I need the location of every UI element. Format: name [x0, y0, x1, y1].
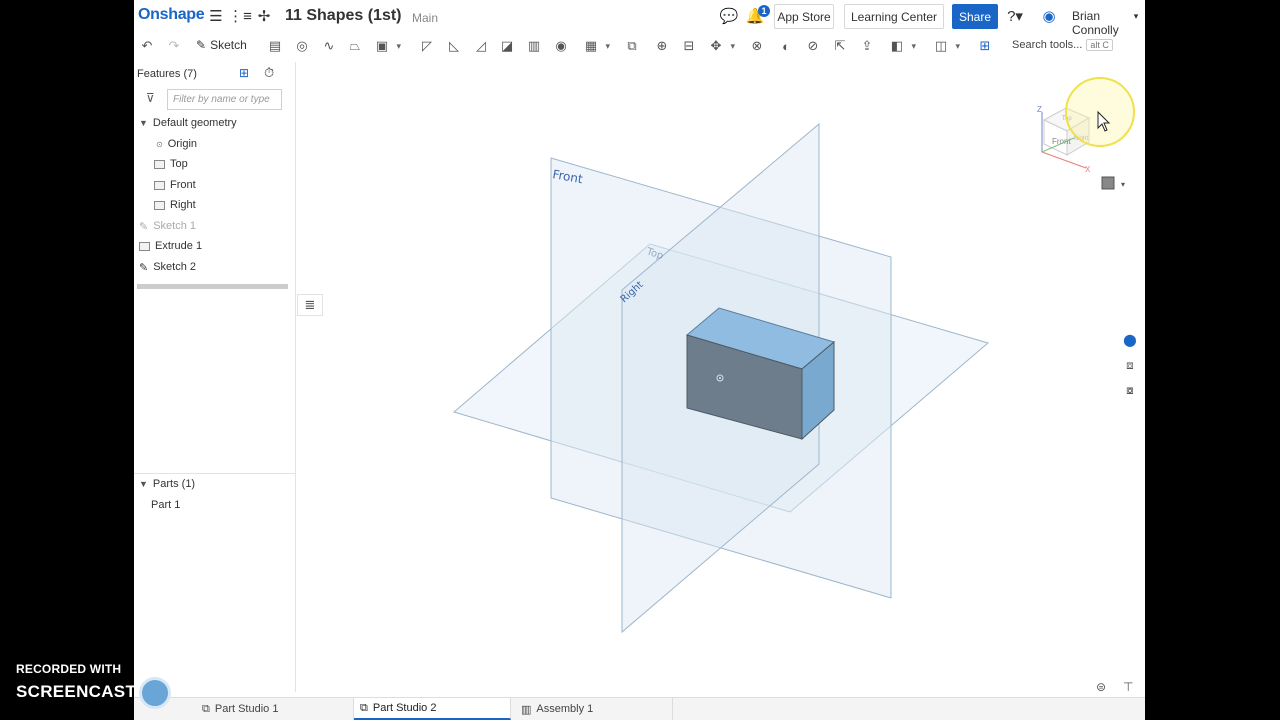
extrude-icon[interactable]: ▤: [266, 37, 284, 55]
pencil-icon: ✎: [196, 38, 207, 52]
mirror-icon[interactable]: ⧉: [623, 37, 641, 55]
document-title[interactable]: 11 Shapes (1st): [285, 7, 402, 25]
sweep-icon[interactable]: ∿: [320, 37, 338, 55]
tab-assembly-1[interactable]: ▥ Assembly 1: [515, 698, 673, 720]
add-folder-icon[interactable]: ⊞: [239, 66, 249, 80]
view-cube-menu-icon: [1101, 176, 1115, 190]
tree-item-sketch-1[interactable]: ✎ Sketch 1: [139, 217, 196, 235]
appearance-icon[interactable]: ⬤: [1120, 330, 1140, 350]
assembly-icon: ▥: [521, 703, 532, 716]
learning-center-button[interactable]: Learning Center: [844, 4, 944, 29]
draft-icon[interactable]: ◿: [472, 37, 490, 55]
part-studio-icon: ⧉: [360, 701, 368, 714]
feature-filter-input[interactable]: Filter by name or type: [167, 89, 282, 110]
plane-icon[interactable]: ◧: [888, 37, 916, 55]
right-toolbar: ⬤ ⧈ ⧇: [1120, 330, 1145, 405]
undo-icon[interactable]: ↶: [138, 37, 156, 55]
comment-icon[interactable]: 💬: [720, 8, 739, 25]
chamfer-icon[interactable]: ◺: [445, 37, 463, 55]
panel-divider[interactable]: [134, 473, 296, 474]
replace-face-icon[interactable]: ⇪: [858, 37, 876, 55]
measure-icon[interactable]: ⊜: [1096, 680, 1106, 694]
move-face-icon[interactable]: ⇱: [831, 37, 849, 55]
svg-text:Z: Z: [1037, 105, 1042, 114]
onshape-logo[interactable]: Onshape: [138, 6, 205, 24]
default-geometry-group[interactable]: ▼ Default geometry: [139, 114, 237, 132]
boolean-icon[interactable]: ⊕: [653, 37, 671, 55]
chevron-down-icon[interactable]: ▼: [139, 118, 148, 128]
origin-icon: ⊙: [156, 139, 163, 149]
delete-face-icon[interactable]: ⊘: [804, 37, 822, 55]
branch-name[interactable]: Main: [412, 11, 438, 25]
fillet-icon[interactable]: ◸: [418, 37, 436, 55]
recorder-watermark-left: SCREENCAST: [16, 682, 137, 701]
split-icon[interactable]: ⊟: [680, 37, 698, 55]
cursor-highlight: [1065, 77, 1135, 147]
loft-icon[interactable]: ⏢: [346, 37, 364, 55]
tab-part-studio-2[interactable]: ⧉ Part Studio 2: [354, 698, 511, 720]
part-studio-icon: ⧉: [202, 702, 210, 715]
chevron-down-icon[interactable]: ▼: [139, 479, 148, 489]
feature-list-panel: Features (7) ⊞ ⏱ ⊽ Filter by name or typ…: [134, 62, 296, 692]
recorder-logo-icon: [139, 677, 171, 709]
feature-list-scrollbar[interactable]: [137, 284, 288, 289]
svg-text:Front: Front: [1052, 137, 1071, 146]
extrude-icon: [139, 241, 150, 251]
plane-icon: [154, 159, 165, 169]
plane-icon: [154, 200, 165, 210]
thicken-icon[interactable]: ▣: [373, 37, 401, 55]
recorder-watermark-top: RECORDED WITH: [16, 662, 122, 676]
notification-badge: 1: [758, 5, 770, 17]
help-icon[interactable]: ?▾: [1006, 8, 1024, 25]
pencil-icon: ✎: [139, 261, 149, 274]
collapse-panel-icon[interactable]: ≣: [297, 294, 323, 316]
sketch-button[interactable]: ✎ Sketch: [196, 38, 247, 52]
pencil-icon: ✎: [139, 220, 149, 233]
onshape-app: Front Top Right Front Top Right Z X ▾ On…: [134, 0, 1145, 720]
top-bar: Onshape ☰ ⋮≡ ✢ 11 Shapes (1st) Main 💬 🔔 …: [134, 0, 1145, 37]
recorder-watermark-right: MATIC: [176, 682, 229, 701]
tree-item-top[interactable]: Top: [154, 155, 188, 173]
tree-item-origin[interactable]: ⊙ Origin: [156, 135, 197, 153]
rollback-timer-icon[interactable]: ⏱: [264, 65, 274, 81]
add-feature-icon[interactable]: ✢: [255, 8, 273, 25]
svg-text:X: X: [1085, 165, 1091, 174]
rib-icon[interactable]: ◪: [498, 37, 516, 55]
svg-text:▾: ▾: [1121, 180, 1125, 189]
feature-list-icon[interactable]: ⋮≡: [228, 8, 252, 25]
transform-icon[interactable]: ✥: [707, 37, 735, 55]
features-title: Features (7): [137, 68, 197, 80]
app-store-button[interactable]: App Store: [774, 4, 834, 29]
part-item[interactable]: Part 1: [151, 496, 180, 514]
tree-item-right[interactable]: Right: [154, 196, 196, 214]
plane-icon: [154, 180, 165, 190]
hole-icon[interactable]: ◉: [552, 37, 570, 55]
user-avatar-icon[interactable]: ◉: [1040, 8, 1058, 25]
revolve-icon[interactable]: ◎: [293, 37, 311, 55]
delete-part-icon[interactable]: ⊗: [748, 37, 766, 55]
modify-fillet-icon[interactable]: ◐: [777, 37, 795, 55]
menu-icon[interactable]: ☰: [207, 8, 225, 25]
feature-toolbar: ↶ ↷ ✎ Sketch ▤ ◎ ∿ ⏢ ▣ ◸ ◺ ◿ ◪ ▥ ◉ ▦ ⧉ ⊕…: [134, 33, 1145, 59]
units-icon[interactable]: ⊤: [1123, 680, 1133, 694]
display-states-icon[interactable]: ⧈: [1120, 355, 1140, 375]
tree-item-extrude-1[interactable]: Extrude 1: [139, 237, 202, 255]
share-button[interactable]: Share: [952, 4, 998, 29]
tree-item-sketch-2[interactable]: ✎ Sketch 2: [139, 258, 196, 276]
pattern-icon[interactable]: ▦: [582, 37, 610, 55]
document-tabs: ⧉ Part Studio 1 ⧉ Part Studio 2 ▥ Assemb…: [134, 697, 1145, 720]
filter-icon[interactable]: ⊽: [146, 91, 155, 105]
helix-icon[interactable]: ◫: [932, 37, 960, 55]
tree-item-front[interactable]: Front: [154, 176, 196, 194]
user-menu-chevron-icon[interactable]: ▾: [1131, 8, 1141, 24]
configurations-icon[interactable]: ⧇: [1120, 380, 1140, 400]
shell-icon[interactable]: ▥: [525, 37, 543, 55]
parts-group[interactable]: ▼ Parts (1): [139, 475, 195, 493]
redo-icon[interactable]: ↷: [165, 37, 183, 55]
search-tools-input[interactable]: Search tools... alt C: [1012, 39, 1113, 51]
add-custom-feature-icon[interactable]: ⊞: [976, 37, 994, 55]
